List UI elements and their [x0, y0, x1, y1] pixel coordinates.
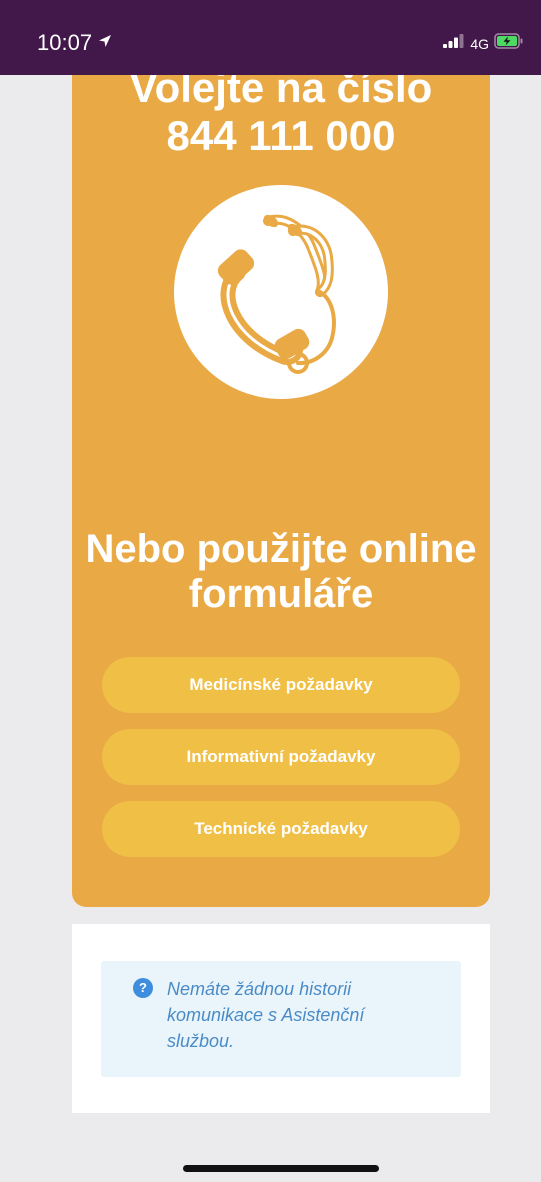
stethoscope-phone-icon: [174, 185, 388, 399]
history-card: ? Nemáte žádnou historii komunikace s As…: [72, 924, 490, 1113]
status-time: 10:07: [37, 30, 93, 55]
information-requests-button[interactable]: Informativní požadavky: [102, 729, 460, 785]
forms-heading: Nebo použijte online formuláře: [85, 527, 477, 616]
network-type: 4G: [470, 35, 489, 52]
empty-history-notice: ? Nemáte žádnou historii komunikace s As…: [101, 961, 461, 1077]
phone-number-link[interactable]: 844 111 000: [72, 112, 490, 160]
hotline-card: Volejte na číslo 844 111 000 Nebo použij…: [72, 40, 490, 907]
question-circle-icon: ?: [133, 978, 153, 998]
medical-requests-button[interactable]: Medicínské požadavky: [102, 657, 460, 713]
empty-history-message: Nemáte žádnou historii komunikace s Asis…: [167, 979, 365, 1051]
status-bar: 10:07 4G: [0, 0, 541, 75]
location-arrow-icon: [98, 34, 112, 53]
time-group: 10:07: [37, 31, 112, 55]
signal-bars-icon: [443, 34, 465, 53]
home-indicator[interactable]: [183, 1165, 379, 1172]
technical-requests-button[interactable]: Technické požadavky: [102, 801, 460, 857]
battery-charging-icon: [494, 33, 524, 54]
status-indicators: 4G: [443, 33, 524, 54]
